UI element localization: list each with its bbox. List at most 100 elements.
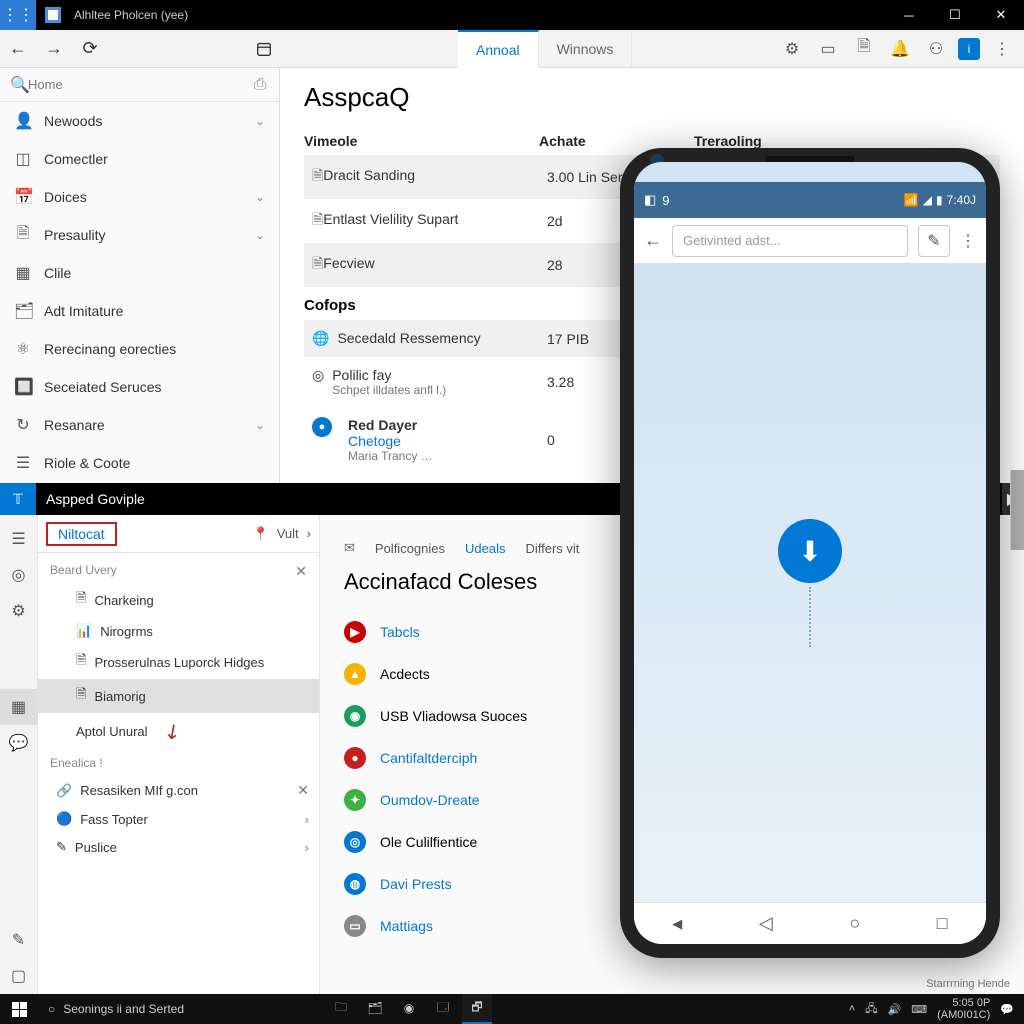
mail-icon[interactable]: ✉ bbox=[344, 540, 355, 556]
close-icon[interactable]: ✕ bbox=[297, 782, 309, 799]
task-icon-chrome[interactable]: ◉ bbox=[394, 994, 424, 1024]
tab-annoal[interactable]: Annoal bbox=[458, 30, 539, 68]
task-icon-1[interactable]: 🗀 bbox=[326, 994, 356, 1024]
category-icon: ● bbox=[344, 747, 366, 769]
phone-nav-recent-icon[interactable]: □ bbox=[937, 913, 948, 934]
lower-app-icon[interactable]: 𝕋 bbox=[0, 483, 36, 515]
sidebar-icon: 👤 bbox=[14, 111, 32, 131]
tab-winnows[interactable]: Winnows bbox=[539, 30, 633, 68]
pin-icon[interactable]: 📍 bbox=[253, 526, 269, 542]
sidebar-item-8[interactable]: ↻Resanare⌄ bbox=[0, 406, 279, 444]
phone-nav-home-icon[interactable]: ○ bbox=[849, 913, 860, 934]
phone-more-icon[interactable]: ⋮ bbox=[960, 231, 976, 251]
task-icon-4[interactable]: 🗔 bbox=[428, 994, 458, 1024]
tree-icon: 🗎 bbox=[76, 589, 86, 611]
phone-back-icon[interactable]: ← bbox=[644, 230, 662, 251]
sidebar-item-0[interactable]: 👤Newoods⌄ bbox=[0, 102, 279, 140]
more-icon[interactable]: ⋮ bbox=[988, 31, 1016, 67]
rail-gear-icon[interactable]: ⚙ bbox=[0, 593, 38, 629]
sidebar-icon: ◫ bbox=[14, 149, 32, 169]
close-section-icon[interactable]: ✕ bbox=[295, 563, 307, 580]
refresh-button[interactable]: ⟳ bbox=[72, 31, 108, 67]
sidebar-item-5[interactable]: 🗂Adt Imitature bbox=[0, 292, 279, 330]
sidebar-icon: 📅 bbox=[14, 187, 32, 207]
back-button[interactable]: ← bbox=[0, 31, 36, 67]
rail-edit-icon[interactable]: ✎ bbox=[0, 922, 38, 958]
task-icon-5[interactable]: 🗗 bbox=[462, 994, 492, 1024]
tree-item[interactable]: ✎Puslice› bbox=[38, 833, 319, 861]
tree-icon: 🔵 bbox=[56, 811, 72, 827]
sidebar-item-9[interactable]: ☰Riole & Coote bbox=[0, 444, 279, 482]
tree-item[interactable]: 🗎Prosserulnas Luporck Hidges bbox=[38, 645, 319, 679]
phone-nav-menu-icon[interactable]: ◀ bbox=[672, 916, 682, 932]
tree-item[interactable]: 🔗Resasiken MIf g.con✕ bbox=[38, 776, 319, 805]
row-icon: ◎ bbox=[312, 367, 324, 384]
settings-gear-icon[interactable]: ⚙ bbox=[778, 31, 806, 67]
lower-left-panel: Niltocat 📍 Vult › Beard Uvery ✕ 🗎Charkei… bbox=[38, 515, 320, 994]
tab-udeals[interactable]: Udeals bbox=[465, 541, 505, 556]
tray-clock[interactable]: 5:05 0P (AM0I01C) bbox=[937, 997, 990, 1021]
sidebar-item-1[interactable]: ◫Comectler bbox=[0, 140, 279, 178]
tree-item[interactable]: 📊Nirogrms bbox=[38, 617, 319, 645]
rail-layout-icon[interactable]: ▦ bbox=[0, 689, 38, 725]
task-icon-2[interactable]: 🗂 bbox=[360, 994, 390, 1024]
chevron-right-icon[interactable]: › bbox=[307, 526, 311, 541]
scrollbar-thumb[interactable] bbox=[1010, 470, 1024, 550]
tray-net-icon[interactable]: 🖧 bbox=[865, 1000, 877, 1019]
phone-navbar: ◀ ◁ ○ □ bbox=[634, 902, 986, 944]
apps-icon[interactable]: ⚇ bbox=[922, 31, 950, 67]
rail-menu-icon[interactable]: ☰ bbox=[0, 521, 38, 557]
tab-polficognies[interactable]: Polficognies bbox=[375, 541, 445, 556]
user-badge[interactable]: i bbox=[958, 38, 980, 60]
start-button[interactable] bbox=[0, 994, 38, 1024]
phone-edit-icon[interactable]: ✎ bbox=[918, 225, 950, 257]
search-input[interactable] bbox=[28, 77, 251, 92]
filter-icon[interactable]: ⎙ bbox=[251, 76, 269, 94]
rail-target-icon[interactable]: ◎ bbox=[0, 557, 38, 593]
row-icon: 🗎 bbox=[312, 211, 323, 227]
nitocat-button[interactable]: Niltocat bbox=[46, 522, 117, 546]
forward-button[interactable]: → bbox=[36, 31, 72, 67]
calendar-icon[interactable] bbox=[246, 31, 282, 67]
tray-vol-icon[interactable]: 🔊 bbox=[888, 1003, 902, 1016]
category-icon: ◎ bbox=[344, 831, 366, 853]
sidebar-icon: ▦ bbox=[14, 263, 32, 283]
rail-chat-icon[interactable]: 💬 bbox=[0, 725, 38, 761]
col-achate[interactable]: Achate bbox=[539, 133, 694, 149]
sidebar-item-3[interactable]: 🗎Presaulity⌄ bbox=[0, 216, 279, 254]
doc-icon[interactable]: 🗎 bbox=[850, 31, 878, 67]
tray-notif-icon[interactable]: 💬 bbox=[1000, 1003, 1014, 1016]
bell-icon[interactable]: 🔔 bbox=[886, 31, 914, 67]
taskbar-search[interactable]: ○ Seonings ii and Serted bbox=[38, 994, 318, 1024]
category-icon: ▶ bbox=[344, 621, 366, 643]
maximize-button[interactable]: ☐ bbox=[932, 0, 978, 30]
section-enealica: Enealica ! bbox=[38, 750, 319, 776]
sidebar-item-6[interactable]: ⚛Rerecinang eorecties bbox=[0, 330, 279, 368]
tree-item[interactable]: Aptol Unural↙ bbox=[38, 713, 319, 750]
sidebar-item-7[interactable]: 🔲Seceiated Seruces bbox=[0, 368, 279, 406]
tab-differs[interactable]: Differs vit bbox=[525, 541, 579, 556]
phone-nav-back-icon[interactable]: ◁ bbox=[759, 913, 773, 934]
device-icon[interactable]: ▭ bbox=[814, 31, 842, 67]
rail-panel-icon[interactable]: ▢ bbox=[0, 958, 38, 994]
tray-chevron-icon[interactable]: ˄ bbox=[849, 1003, 855, 1015]
download-icon[interactable]: ⬇ bbox=[778, 519, 842, 583]
vult-label[interactable]: Vult bbox=[277, 526, 299, 541]
tree-icon: ✎ bbox=[56, 839, 67, 855]
tree-item[interactable]: 🔵Fass Topter› bbox=[38, 805, 319, 833]
minimize-button[interactable]: ─ bbox=[886, 0, 932, 30]
battery-icon: ▮ bbox=[936, 193, 943, 207]
close-button[interactable]: ✕ bbox=[978, 0, 1024, 30]
taskbar-search-icon: ○ bbox=[48, 1002, 55, 1016]
tray-keyb-icon[interactable]: ⌨ bbox=[911, 1003, 927, 1016]
sidebar-item-2[interactable]: 📅Doices⌄ bbox=[0, 178, 279, 216]
col-vimeole[interactable]: Vimeole bbox=[304, 133, 539, 149]
sidebar-item-4[interactable]: ▦Clile bbox=[0, 254, 279, 292]
tree-item[interactable]: 🗎Biamorig bbox=[38, 679, 319, 713]
phone-statusbar: ◧ 9 📶 ◢ ▮ 7:40J bbox=[634, 182, 986, 218]
app-menu-icon[interactable]: ⋮⋮ bbox=[0, 0, 36, 30]
tree-item[interactable]: 🗎Charkeing bbox=[38, 583, 319, 617]
phone-search-input[interactable]: Getivinted adst... bbox=[672, 225, 908, 257]
phone-emulator: ◧ 9 📶 ◢ ▮ 7:40J ← Getivinted adst... ✎ ⋮ bbox=[620, 148, 1000, 958]
col-treraoling[interactable]: Treraoling bbox=[694, 133, 1000, 149]
